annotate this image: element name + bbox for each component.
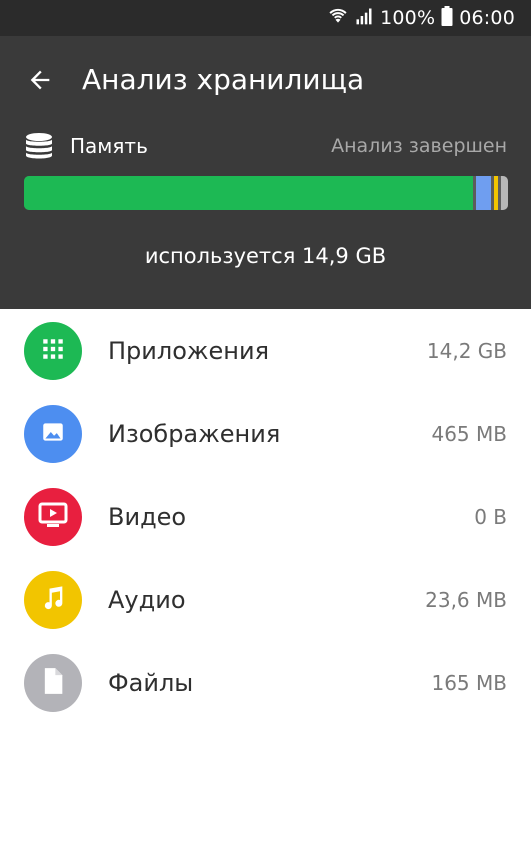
storage-bar-segment-images <box>476 176 491 210</box>
page-title: Анализ хранилища <box>82 63 365 96</box>
category-size: 14,2 GB <box>426 338 507 363</box>
status-icons: 100% 06:00 <box>328 0 515 36</box>
apps-icon-circle <box>24 321 82 380</box>
back-button[interactable] <box>18 60 62 104</box>
category-size: 465 MB <box>431 421 507 446</box>
file-icon <box>41 667 65 699</box>
category-size: 165 MB <box>431 670 507 695</box>
status-bar: 100% 06:00 <box>0 0 531 36</box>
wifi-icon <box>328 6 348 30</box>
storage-bar-segment-files <box>501 176 508 210</box>
category-size: 0 B <box>474 504 507 529</box>
storage-usage-bar <box>24 176 508 210</box>
images-icon-circle <box>24 404 82 463</box>
files-icon-circle <box>24 653 82 712</box>
apps-grid-icon <box>40 336 66 366</box>
category-name: Приложения <box>108 336 270 365</box>
signal-icon <box>354 6 374 30</box>
storage-bar-segment-apps <box>24 176 474 210</box>
storage-bar-segment-audio <box>493 176 499 210</box>
list-item-audio[interactable]: Аудио 23,6 MB <box>0 558 531 641</box>
analysis-status: Анализ завершен <box>331 135 507 157</box>
image-icon <box>40 419 66 449</box>
category-size: 23,6 MB <box>425 587 507 612</box>
video-icon-circle <box>24 487 82 546</box>
arrow-back-icon <box>26 66 54 98</box>
list-item-video[interactable]: Видео 0 B <box>0 475 531 558</box>
category-name: Файлы <box>108 668 194 697</box>
status-time: 06:00 <box>459 7 515 29</box>
list-item-files[interactable]: Файлы 165 MB <box>0 641 531 724</box>
memory-label: Память <box>70 134 148 158</box>
music-note-icon <box>39 584 67 616</box>
header: Анализ хранилища Память Анализ завершен … <box>0 36 531 309</box>
battery-percent: 100% <box>380 7 436 29</box>
category-name: Изображения <box>108 419 281 448</box>
list-item-apps[interactable]: Приложения 14,2 GB <box>0 309 531 392</box>
used-space-text: используется 14,9 GB <box>144 244 387 268</box>
list-item-images[interactable]: Изображения 465 MB <box>0 392 531 475</box>
video-icon <box>38 501 68 533</box>
database-icon <box>24 132 56 160</box>
memory-row: Память Анализ завершен <box>24 132 507 160</box>
category-list: Приложения 14,2 GB Изображения 465 MB Ви… <box>0 309 531 724</box>
audio-icon-circle <box>24 570 82 629</box>
battery-icon <box>441 6 453 30</box>
category-name: Аудио <box>108 585 186 614</box>
category-name: Видео <box>108 502 187 531</box>
